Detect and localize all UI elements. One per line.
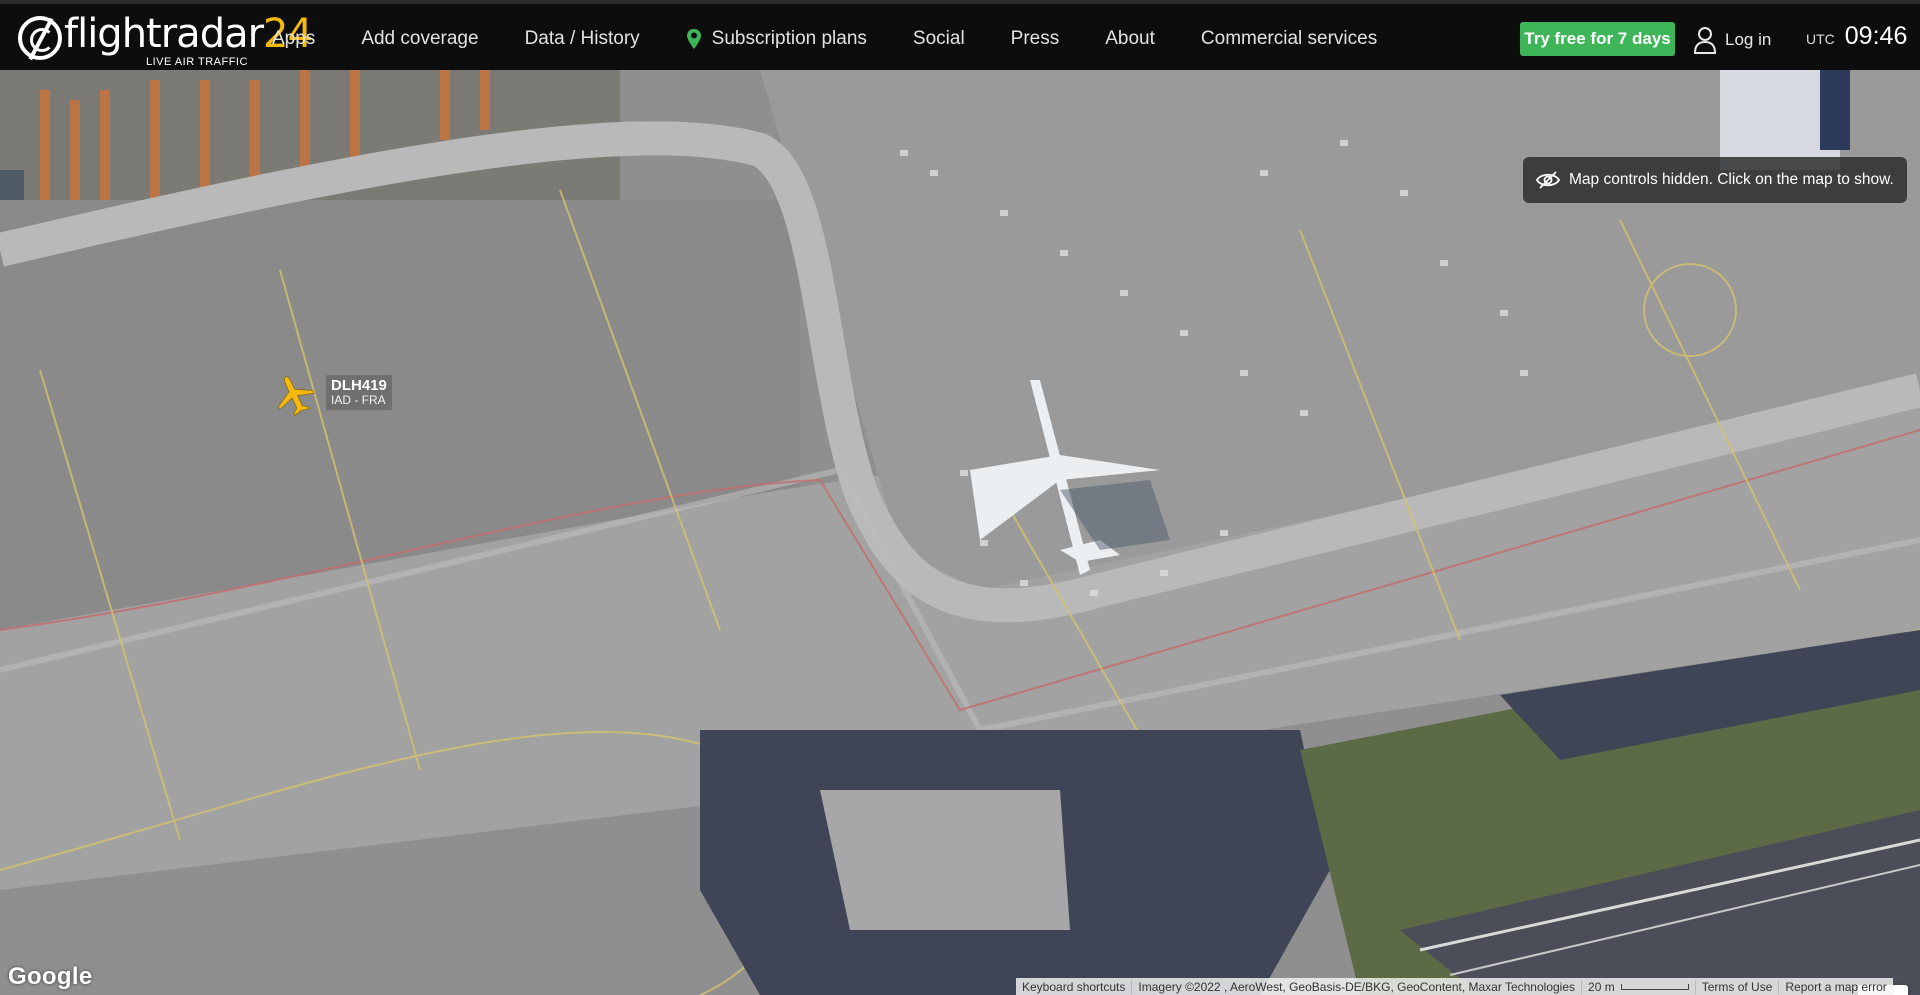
- nav-social[interactable]: Social: [913, 28, 965, 50]
- imagery-credit: Imagery ©2022 , AeroWest, GeoBasis-DE/BK…: [1132, 979, 1583, 994]
- map-attribution-bar: Keyboard shortcuts Imagery ©2022 , AeroW…: [1016, 978, 1893, 995]
- flightradar24-logo[interactable]: flightradar24 LIVE AIR TRAFFIC: [18, 12, 313, 68]
- keyboard-shortcuts-link[interactable]: Keyboard shortcuts: [1016, 979, 1133, 994]
- clock-time: 09:46: [1844, 22, 1908, 50]
- login-label: Log in: [1725, 30, 1772, 49]
- flight-callsign: DLH419: [331, 377, 387, 394]
- nav-subscription-plans[interactable]: Subscription plans: [686, 28, 867, 50]
- map-canvas[interactable]: Map controls hidden. Click on the map to…: [0, 70, 1920, 995]
- pin-icon: [686, 29, 701, 49]
- scale-label: 20 m: [1588, 979, 1615, 994]
- main-nav: Apps Add coverage Data / History Subscri…: [272, 4, 1423, 74]
- nav-about[interactable]: About: [1105, 28, 1155, 50]
- map-scale[interactable]: 20 m: [1582, 979, 1696, 994]
- flight-route: IAD - FRA: [331, 393, 386, 408]
- try-free-button[interactable]: Try free for 7 days: [1520, 22, 1675, 56]
- nav-data-history[interactable]: Data / History: [525, 28, 640, 50]
- nav-commercial-services[interactable]: Commercial services: [1201, 28, 1377, 50]
- flight-label: DLH419 IAD - FRA: [326, 375, 392, 411]
- nav-press[interactable]: Press: [1011, 28, 1060, 50]
- radar-logo-icon: [18, 16, 62, 60]
- utc-clock: UTC 09:46: [1806, 22, 1907, 51]
- satellite-imagery: [0, 70, 1920, 995]
- logo-tagline: LIVE AIR TRAFFIC: [146, 56, 248, 68]
- google-logo[interactable]: Google: [8, 963, 92, 991]
- user-icon: [1693, 27, 1717, 54]
- map-controls-hidden-notice[interactable]: Map controls hidden. Click on the map to…: [1523, 157, 1907, 203]
- nav-add-coverage[interactable]: Add coverage: [361, 28, 478, 50]
- scale-bar: [1620, 984, 1689, 991]
- clock-timezone: UTC: [1806, 31, 1835, 47]
- report-map-error-link[interactable]: Report a map error: [1779, 980, 1892, 994]
- top-navigation-bar: flightradar24 LIVE AIR TRAFFIC Apps Add …: [0, 0, 1920, 70]
- plane-icon: [278, 376, 315, 417]
- notice-text: Map controls hidden. Click on the map to…: [1569, 171, 1894, 188]
- login-button[interactable]: Log in: [1693, 26, 1771, 54]
- flight-marker-dlh419[interactable]: DLH419 IAD - FRA: [272, 365, 392, 417]
- terms-of-use-link[interactable]: Terms of Use: [1696, 979, 1780, 994]
- nav-apps[interactable]: Apps: [272, 28, 315, 50]
- eye-slash-icon: [1535, 171, 1561, 189]
